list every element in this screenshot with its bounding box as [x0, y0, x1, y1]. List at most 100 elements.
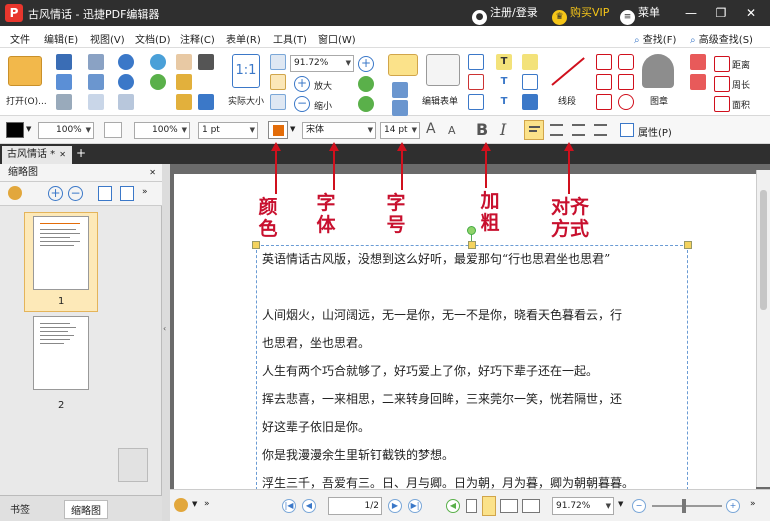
align-center-button[interactable]	[550, 124, 563, 136]
zoom-in-button[interactable]: +	[726, 499, 740, 513]
tab-document[interactable]: 古风情话 * ✕	[2, 146, 72, 164]
more-options-icon[interactable]: »	[204, 499, 210, 509]
crop-icon[interactable]	[468, 74, 484, 90]
buy-vip-button[interactable]: ♛ 购买VIP	[552, 5, 609, 25]
select-text-icon[interactable]	[176, 74, 192, 90]
snapshot-icon[interactable]	[198, 54, 214, 70]
first-page-button[interactable]: |◀	[282, 499, 296, 513]
edit-content-icon[interactable]	[388, 54, 418, 76]
panel-splitter[interactable]: ‹	[162, 164, 170, 521]
fit-page-icon[interactable]	[270, 54, 286, 70]
distance-icon[interactable]	[714, 56, 730, 72]
border-color-swatch[interactable]	[104, 122, 122, 138]
zoom-out-button[interactable]: −	[632, 499, 646, 513]
zoom-in-label[interactable]: 放大	[314, 79, 332, 92]
select-area-icon[interactable]	[176, 94, 192, 110]
add-tab-button[interactable]: +	[76, 146, 86, 160]
distance-label[interactable]: 距离	[732, 58, 750, 71]
scan-icon[interactable]	[88, 74, 104, 90]
stamp-icon[interactable]	[642, 54, 674, 88]
font-name-select[interactable]: 宋体 ▼	[302, 122, 376, 139]
close-panel-icon[interactable]: ✕	[149, 164, 156, 182]
folder-open-icon[interactable]	[8, 56, 42, 86]
document-line[interactable]: 挥去悲喜，一来相思，二来转身回眸，三来莞尔一笑，恍若隔世，还	[262, 390, 622, 407]
zoom-slider-track[interactable]	[652, 505, 722, 507]
italic-button[interactable]: I	[500, 120, 506, 139]
area-icon[interactable]	[714, 96, 730, 112]
typewriter-icon[interactable]: T	[496, 54, 512, 70]
last-page-button[interactable]: ▶|	[408, 499, 422, 513]
page-number-input[interactable]: 1/2	[328, 497, 382, 515]
attach-icon[interactable]	[468, 94, 484, 110]
edit-text-icon[interactable]	[392, 82, 408, 98]
document-line[interactable]: 人间烟火，山河阔远，无一是你，无一不是你，晓看天色暮看云，行	[262, 306, 622, 323]
area-label[interactable]: 面积	[732, 98, 750, 111]
align-justify-button[interactable]	[594, 124, 607, 136]
properties-icon[interactable]	[620, 123, 634, 137]
document-heading[interactable]: 英语情话古风版，没想到这么好听，最爱那句“行也思君坐也思君”	[262, 250, 610, 267]
save-icon[interactable]	[56, 54, 72, 70]
align-right-button[interactable]	[572, 124, 585, 136]
actual-size-icon[interactable]: 1:1	[232, 54, 260, 88]
collapse-panel-icon[interactable]: ‹	[163, 324, 166, 333]
rotate-left-icon[interactable]	[358, 76, 374, 92]
next-page-button[interactable]: ▶	[388, 499, 402, 513]
open-label[interactable]: 打开(O)...	[6, 94, 47, 107]
fit-width-icon[interactable]	[270, 74, 286, 90]
chevron-down-icon[interactable]: ▼	[618, 500, 623, 508]
document-icon[interactable]	[56, 94, 72, 110]
facing-page-icon[interactable]	[500, 499, 518, 513]
gear-icon[interactable]	[174, 498, 188, 512]
decrease-font-icon[interactable]: A	[448, 124, 456, 137]
menu-comment[interactable]: 注释(C)	[180, 31, 215, 46]
find-button[interactable]: ⌕ 查找(F)	[634, 31, 676, 46]
menu-form[interactable]: 表单(R)	[226, 31, 261, 46]
resize-handle-top-left[interactable]	[252, 241, 260, 249]
fill-opacity-select[interactable]: 100% ▼	[38, 122, 94, 139]
advanced-find-button[interactable]: ⌕ 高级查找(S)	[690, 31, 753, 46]
zoom-slider-thumb[interactable]	[682, 499, 686, 513]
tab-bookmarks[interactable]: 书签	[10, 501, 30, 516]
font-size-select[interactable]: 14 pt ▼	[380, 122, 420, 139]
continuous-page-icon[interactable]	[482, 496, 496, 516]
menu-window[interactable]: 窗口(W)	[318, 31, 356, 46]
minimize-button[interactable]: —	[682, 4, 700, 22]
increase-font-icon[interactable]: A	[426, 121, 436, 137]
more-options-icon[interactable]: »	[750, 499, 756, 509]
thumbnail-page-2[interactable]	[33, 316, 89, 390]
forward-icon[interactable]	[150, 74, 166, 90]
gear-icon[interactable]	[8, 186, 22, 200]
undo-icon[interactable]	[118, 54, 134, 70]
properties-button[interactable]: 属性(P)	[638, 124, 672, 139]
rotate-view-icon[interactable]	[198, 94, 214, 110]
zoom-in-icon[interactable]: +	[294, 76, 310, 92]
hand-tool-icon[interactable]	[176, 54, 192, 70]
zoom-out-icon[interactable]: −	[294, 96, 310, 112]
bold-button[interactable]: B	[476, 120, 488, 139]
pencil-tool-icon[interactable]	[596, 74, 612, 90]
link-icon[interactable]	[468, 54, 484, 70]
highlight-icon[interactable]	[690, 74, 706, 90]
strikeout-icon[interactable]: T	[496, 74, 512, 90]
menu-tools[interactable]: 工具(T)	[273, 31, 307, 46]
close-tab-icon[interactable]: ✕	[59, 150, 66, 159]
edit-object-icon[interactable]	[392, 100, 408, 116]
vertical-scrollbar[interactable]	[756, 170, 770, 487]
menu-document[interactable]: 文档(D)	[135, 31, 171, 46]
zoom-in-circle-icon[interactable]: +	[358, 56, 374, 72]
back-view-button[interactable]: ◀	[446, 499, 460, 513]
edit-form-label[interactable]: 编辑表单	[422, 94, 458, 107]
restore-button[interactable]: ❐	[712, 4, 730, 22]
cloud-tool-icon[interactable]	[618, 54, 634, 70]
document-line[interactable]: 你是我漫漫余生里斩钉截铁的梦想。	[262, 446, 454, 463]
line-tool-icon[interactable]	[551, 57, 585, 86]
perimeter-icon[interactable]	[714, 76, 730, 92]
actual-size-label[interactable]: 实际大小	[228, 94, 264, 107]
line-label[interactable]: 线段	[558, 94, 576, 107]
sound-icon[interactable]	[522, 94, 538, 110]
zoom-select[interactable]: 91.72% ▼	[290, 55, 354, 72]
zoom-out-label[interactable]: 缩小	[314, 99, 332, 112]
stamp-label[interactable]: 图章	[650, 94, 668, 107]
enlarge-thumbnail-icon[interactable]: +	[48, 186, 63, 201]
fit-visible-icon[interactable]	[270, 94, 286, 110]
